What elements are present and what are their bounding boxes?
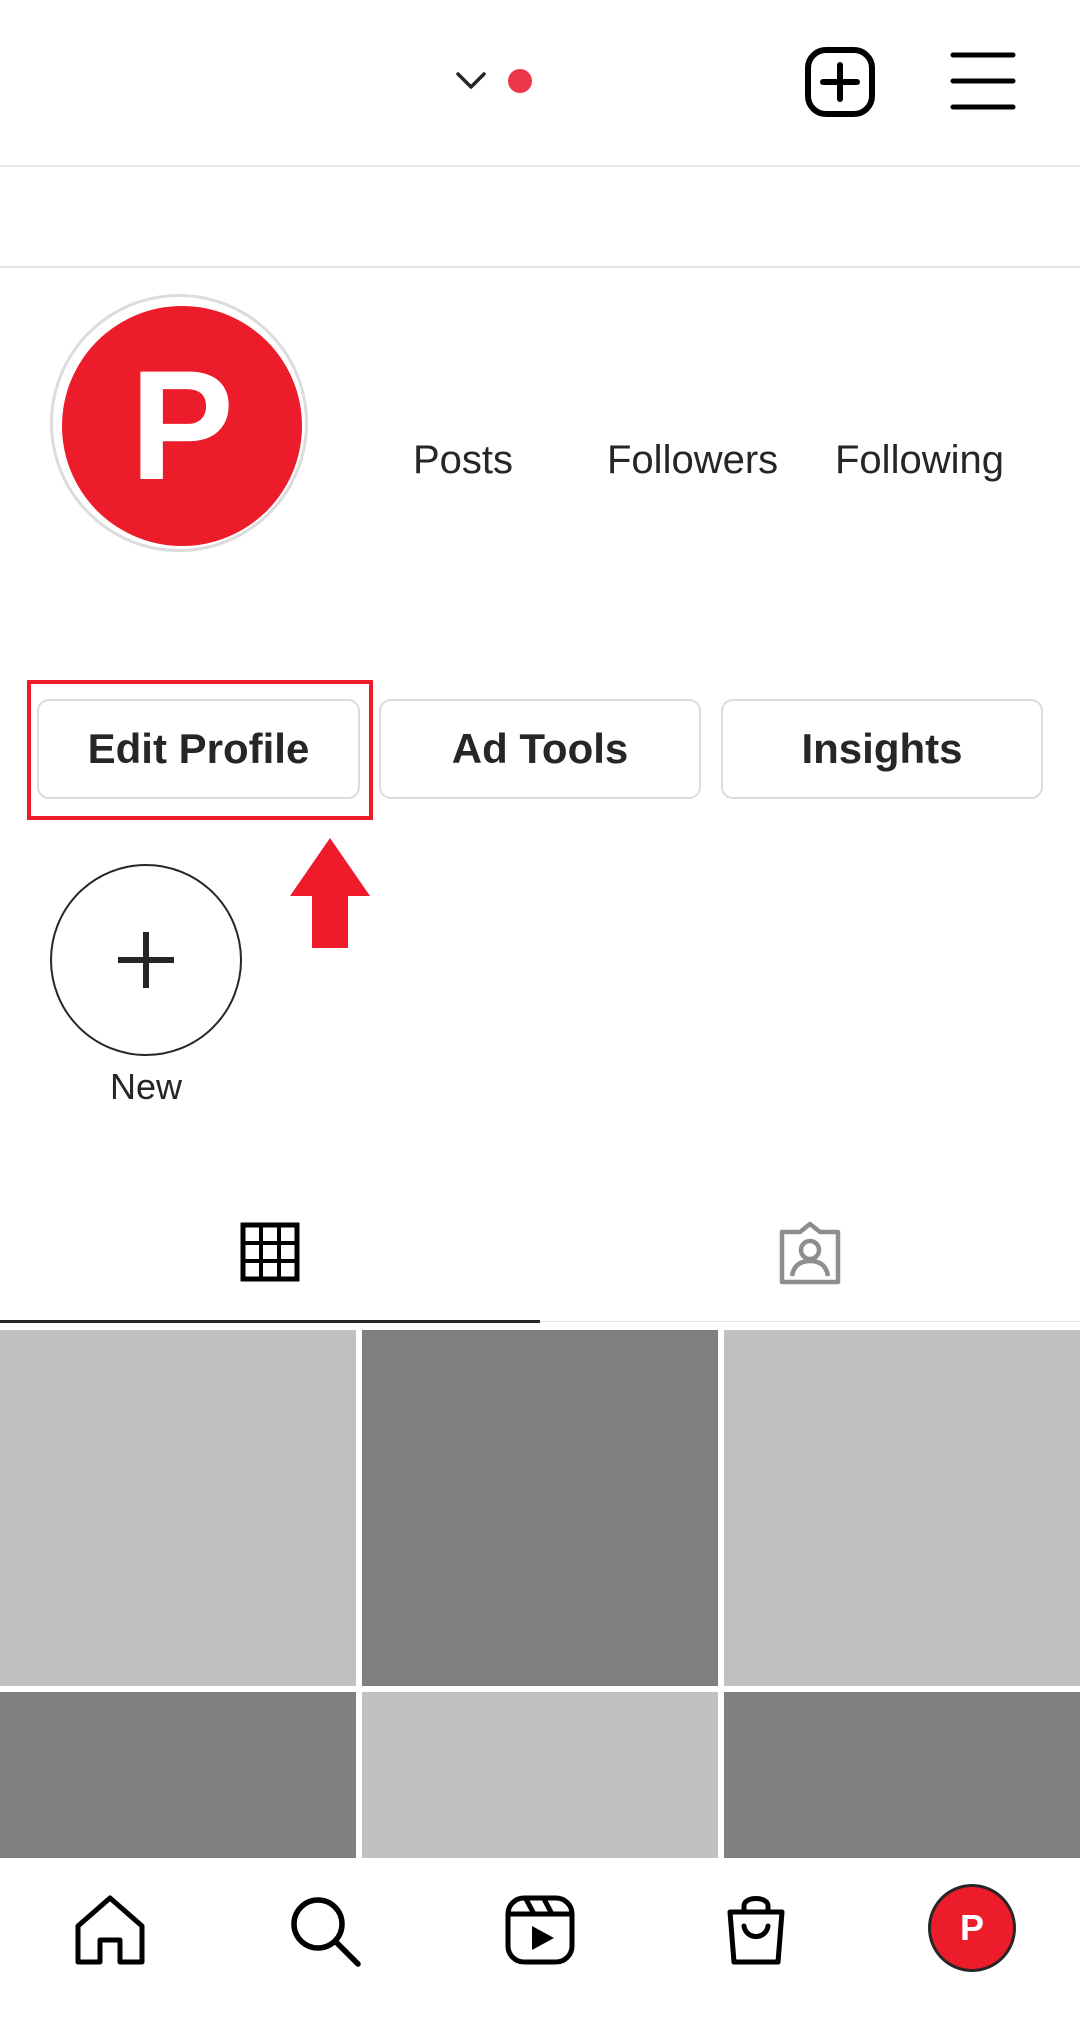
reels-icon[interactable] bbox=[500, 1890, 580, 1970]
tab-divider bbox=[540, 1321, 1080, 1322]
home-icon[interactable] bbox=[70, 1890, 150, 1970]
chevron-down-icon[interactable] bbox=[455, 66, 487, 94]
notification-dot bbox=[508, 69, 532, 93]
post-tile[interactable] bbox=[0, 1330, 356, 1686]
ad-tools-button[interactable]: Ad Tools bbox=[379, 699, 701, 799]
hamburger-menu-icon[interactable] bbox=[950, 50, 1016, 112]
post-tile[interactable] bbox=[724, 1692, 1080, 1858]
annotation-arrow-up-icon bbox=[290, 838, 370, 948]
following-stat-label[interactable]: Following bbox=[835, 438, 1004, 483]
post-tile[interactable] bbox=[724, 1330, 1080, 1686]
plus-icon bbox=[118, 932, 174, 988]
post-tile[interactable] bbox=[362, 1330, 718, 1686]
post-tile[interactable] bbox=[362, 1692, 718, 1858]
tab-tagged[interactable] bbox=[540, 1200, 1080, 1322]
followers-stat-label[interactable]: Followers bbox=[607, 438, 778, 483]
active-tab-indicator bbox=[0, 1320, 540, 1323]
profile-nav-avatar[interactable]: P bbox=[928, 1884, 1016, 1972]
search-icon[interactable] bbox=[284, 1890, 364, 1970]
grid-icon bbox=[240, 1222, 300, 1282]
sub-header-bar bbox=[0, 167, 1080, 268]
avatar[interactable]: P bbox=[62, 306, 302, 546]
post-tile[interactable] bbox=[0, 1692, 356, 1858]
posts-stat-label[interactable]: Posts bbox=[413, 438, 513, 483]
insights-button[interactable]: Insights bbox=[721, 699, 1043, 799]
tab-posts-grid[interactable] bbox=[0, 1200, 540, 1322]
create-post-icon[interactable] bbox=[804, 46, 876, 118]
shop-icon[interactable] bbox=[716, 1890, 796, 1970]
tagged-icon bbox=[779, 1221, 841, 1285]
top-header bbox=[0, 0, 1080, 167]
annotation-highlight-box bbox=[27, 680, 373, 820]
new-highlight-label: New bbox=[109, 1066, 183, 1107]
